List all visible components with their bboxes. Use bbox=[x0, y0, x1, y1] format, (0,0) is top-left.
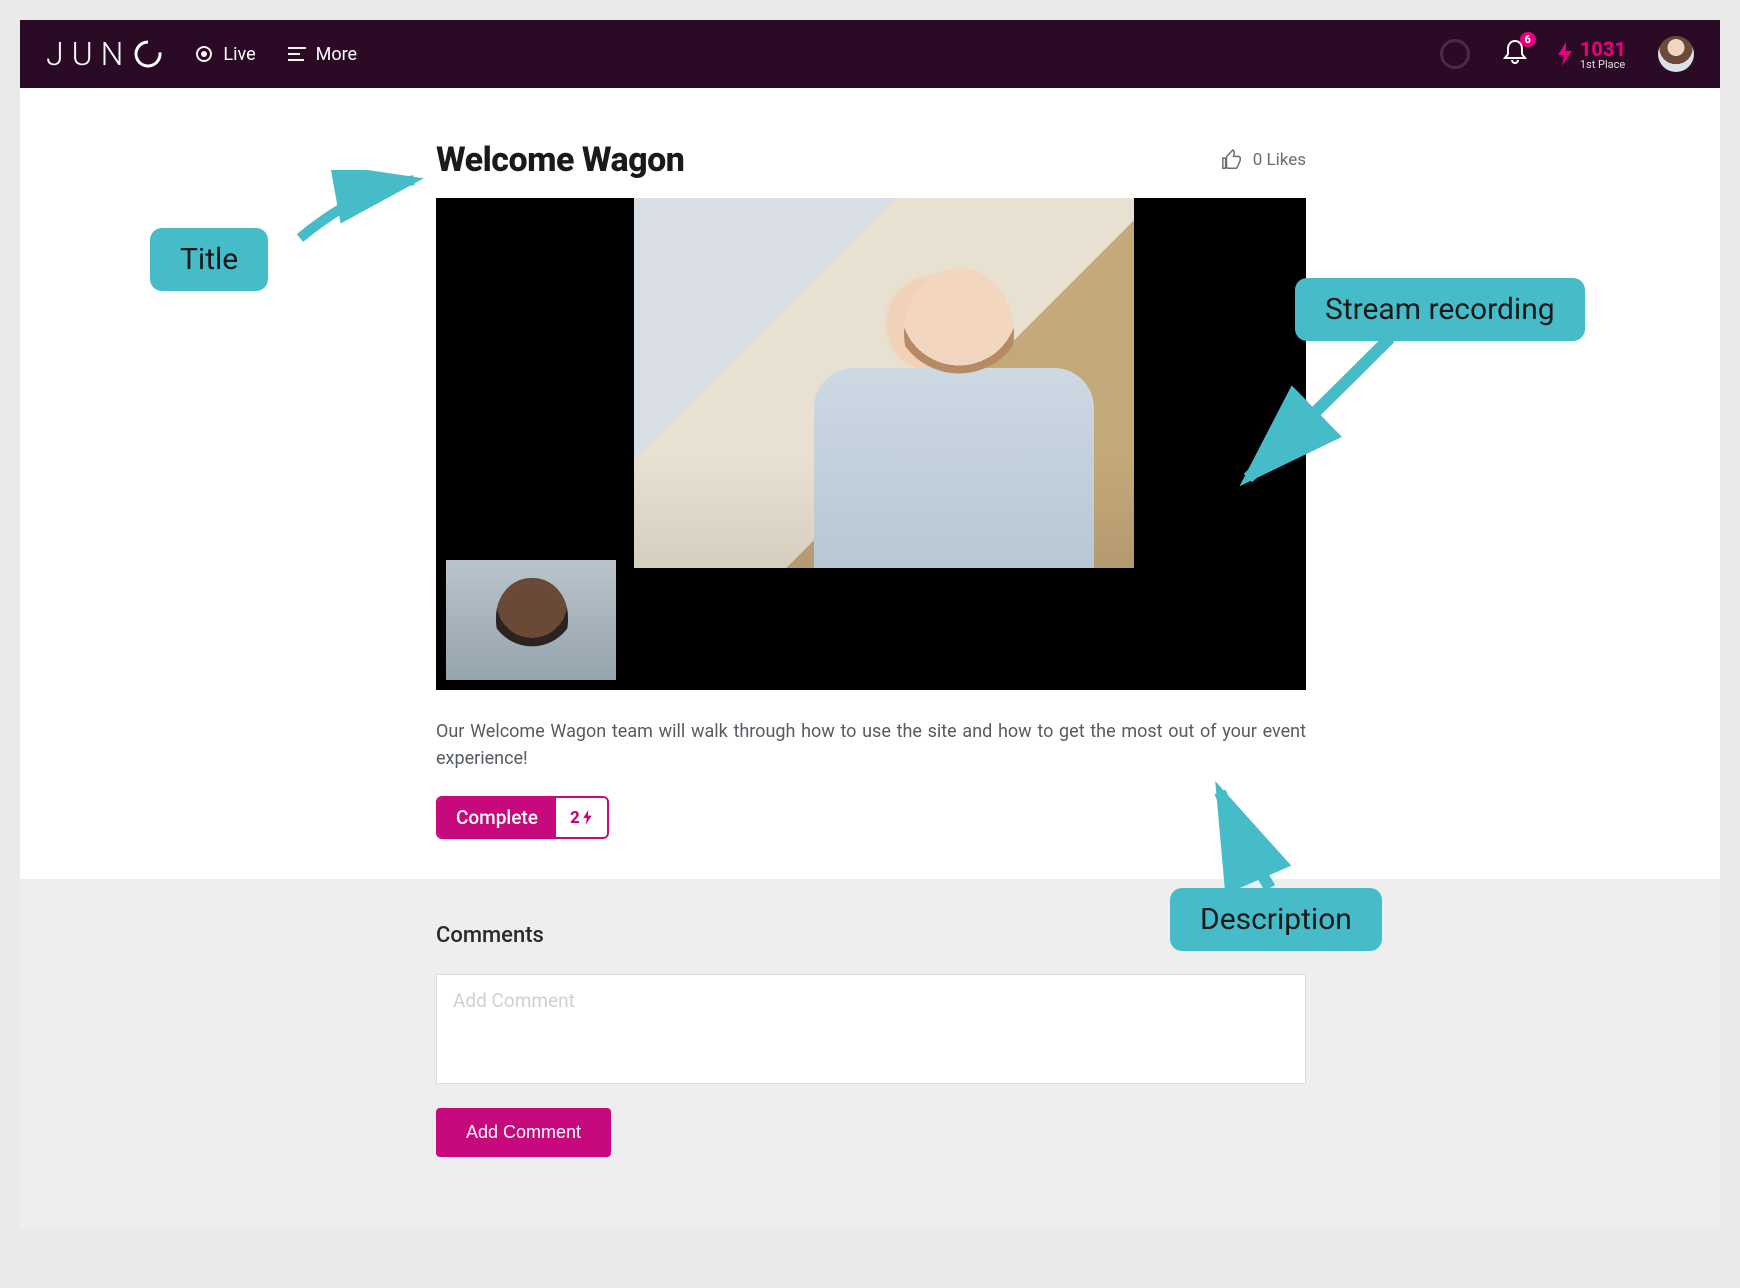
arrow-icon bbox=[288, 170, 428, 250]
page-title: Welcome Wagon bbox=[436, 140, 684, 180]
logo-text: JUN bbox=[46, 35, 131, 73]
search-icon[interactable] bbox=[1440, 39, 1470, 69]
complete-button[interactable]: Complete 2 bbox=[436, 796, 609, 839]
nav-more-label: More bbox=[316, 44, 357, 65]
comments-section: Comments Add Comment bbox=[20, 879, 1720, 1229]
lightning-icon bbox=[582, 810, 593, 825]
page-description: Our Welcome Wagon team will walk through… bbox=[436, 718, 1306, 772]
complete-points: 2 bbox=[556, 798, 607, 837]
callout-title: Title bbox=[150, 228, 268, 291]
notification-badge: 6 bbox=[1520, 32, 1536, 47]
app-header: JUN Live More 6 bbox=[20, 20, 1720, 88]
thumbs-up-icon bbox=[1221, 149, 1243, 171]
nav-more[interactable]: More bbox=[288, 44, 357, 65]
notifications-button[interactable]: 6 bbox=[1502, 38, 1528, 70]
stream-recording-player[interactable] bbox=[436, 198, 1306, 690]
video-pip-feed bbox=[446, 560, 616, 680]
main-content: Welcome Wagon 0 Likes Our Welcome Wagon … bbox=[20, 88, 1720, 839]
comment-input[interactable] bbox=[436, 974, 1306, 1084]
menu-lines-icon bbox=[288, 47, 306, 61]
like-button[interactable]: 0 Likes bbox=[1221, 149, 1306, 171]
likes-count: 0 Likes bbox=[1253, 150, 1306, 170]
lightning-icon bbox=[1556, 42, 1574, 66]
callout-description: Description bbox=[1170, 888, 1382, 951]
add-comment-button[interactable]: Add Comment bbox=[436, 1108, 611, 1157]
score-rank: 1st Place bbox=[1580, 59, 1626, 70]
nav-live[interactable]: Live bbox=[195, 44, 255, 65]
callout-stream: Stream recording bbox=[1295, 278, 1585, 341]
complete-label: Complete bbox=[438, 798, 556, 837]
video-main-feed bbox=[634, 198, 1134, 568]
user-avatar[interactable] bbox=[1658, 36, 1694, 72]
nav-live-label: Live bbox=[223, 44, 255, 65]
brand-logo[interactable]: JUN bbox=[46, 35, 163, 73]
logo-o-icon bbox=[133, 39, 163, 69]
record-dot-icon bbox=[195, 45, 213, 63]
score-widget[interactable]: 1031 1st Place bbox=[1556, 39, 1626, 70]
score-value: 1031 bbox=[1580, 39, 1626, 59]
